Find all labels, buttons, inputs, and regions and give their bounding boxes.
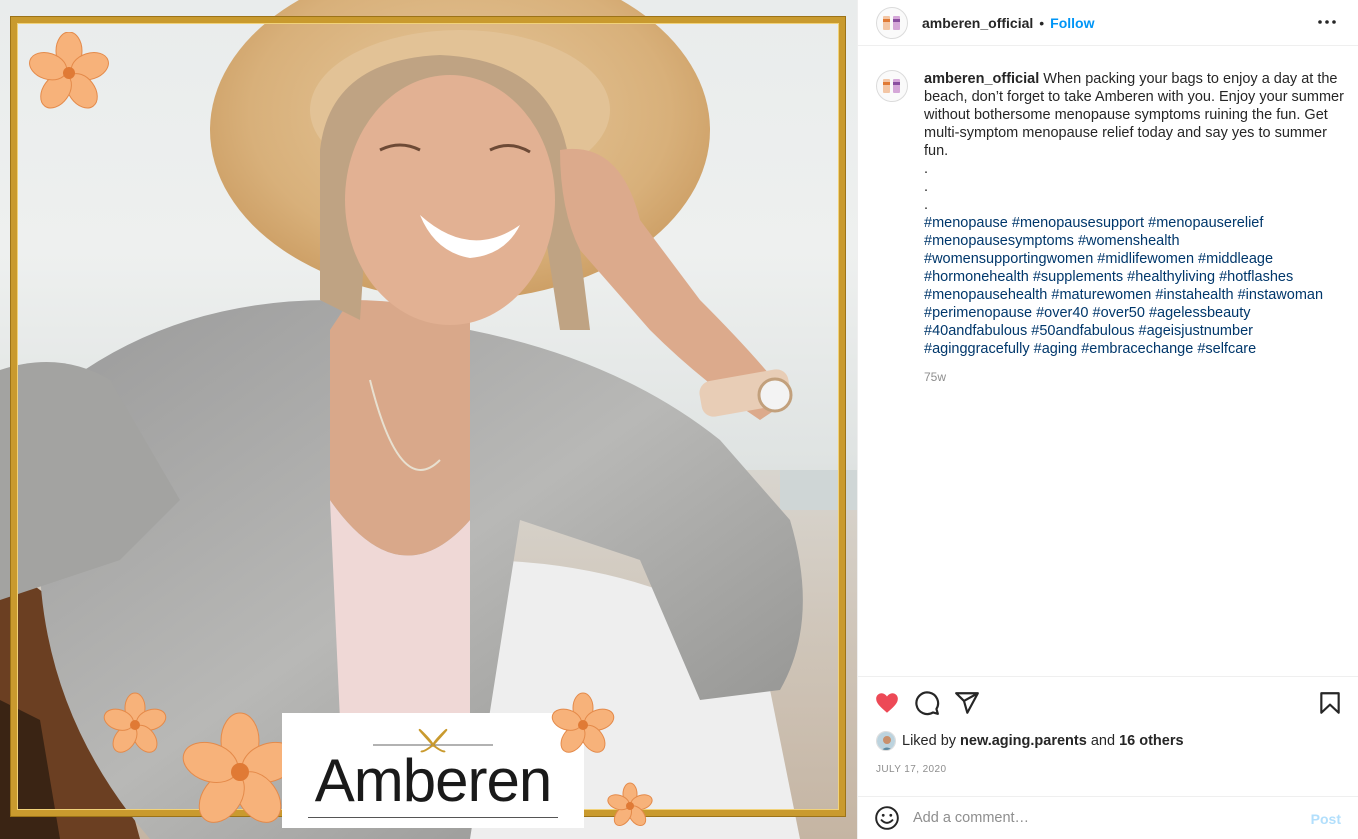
hashtag-link[interactable]: #selfcare xyxy=(1197,341,1256,357)
product-avatar-icon xyxy=(883,15,900,30)
hashtag-link[interactable]: #perimenopause xyxy=(924,305,1032,321)
brand-underline xyxy=(308,817,558,818)
hashtag-link[interactable]: #menopauserelief xyxy=(1148,215,1263,231)
hashtag-link[interactable]: #supplements xyxy=(1033,269,1123,285)
caption-text: amberen_official When packing your bags … xyxy=(924,70,1344,386)
likes-conjunction: and xyxy=(1090,733,1116,749)
liker-username[interactable]: new.aging.parents xyxy=(960,733,1087,749)
hashtag-link[interactable]: #aging xyxy=(1034,341,1078,357)
more-horizontal-icon[interactable] xyxy=(1315,12,1339,32)
hashtag-link[interactable]: #50andfabulous xyxy=(1031,323,1134,339)
comment-icon[interactable] xyxy=(914,690,940,716)
likes-others-link[interactable]: 16 others xyxy=(1119,733,1183,749)
follow-button[interactable]: Follow xyxy=(1050,15,1094,31)
product-avatar-icon xyxy=(883,79,900,93)
caption-dot: . xyxy=(924,161,929,177)
hashtag-link[interactable]: #menopausehealth xyxy=(924,287,1047,303)
post-details-panel: amberen_official • Follow amberen_offici… xyxy=(857,0,1358,839)
caption-username[interactable]: amberen_official xyxy=(924,71,1039,87)
hashtag-list: #menopause #menopausesupport #menopauser… xyxy=(924,214,1344,358)
likes-summary: Liked by new.aging.parents and 16 others xyxy=(876,731,1184,751)
brand-wordmark: Amberen xyxy=(314,747,552,814)
avatar[interactable] xyxy=(876,70,908,102)
brand-logo: Amberen xyxy=(282,713,584,828)
avatar[interactable] xyxy=(876,6,908,39)
hashtag-link[interactable]: #womenshealth xyxy=(1078,233,1180,249)
hashtag-link[interactable]: #instawoman xyxy=(1238,287,1323,303)
hashtag-link[interactable]: #menopause xyxy=(924,215,1008,231)
hashtag-link[interactable]: #maturewomen xyxy=(1051,287,1151,303)
flower-decoration xyxy=(29,32,109,109)
post-header: amberen_official • Follow xyxy=(858,0,1358,46)
action-bar xyxy=(858,676,1358,726)
caption-dot: . xyxy=(924,197,929,213)
flower-decoration xyxy=(607,782,653,827)
avatar[interactable] xyxy=(876,731,896,751)
comment-input[interactable] xyxy=(913,810,1293,826)
comment-bar: Post xyxy=(858,796,1358,839)
post-age[interactable]: 75w xyxy=(924,368,1344,386)
share-icon[interactable] xyxy=(954,690,980,716)
flower-decoration xyxy=(551,692,615,753)
caption-dot: . xyxy=(924,179,929,195)
hashtag-link[interactable]: #middleage xyxy=(1198,251,1273,267)
separator-dot: • xyxy=(1039,14,1045,31)
hashtag-link[interactable]: #menopausesymptoms xyxy=(924,233,1074,249)
header-username[interactable]: amberen_official xyxy=(922,15,1033,31)
emoji-icon[interactable] xyxy=(874,805,900,831)
post-comment-button[interactable]: Post xyxy=(1311,811,1341,827)
hashtag-link[interactable]: #instahealth xyxy=(1155,287,1233,303)
hashtag-link[interactable]: #ageisjustnumber xyxy=(1139,323,1253,339)
hashtag-link[interactable]: #womensupportingwomen xyxy=(924,251,1093,267)
hashtag-link[interactable]: #over40 xyxy=(1036,305,1088,321)
hashtag-link[interactable]: #over50 xyxy=(1093,305,1145,321)
hashtag-link[interactable]: #hormonehealth xyxy=(924,269,1029,285)
hashtag-link[interactable]: #embracechange xyxy=(1081,341,1193,357)
user-avatar-icon xyxy=(877,732,895,750)
heart-filled-icon[interactable] xyxy=(874,690,900,716)
post-date[interactable]: JULY 17, 2020 xyxy=(876,764,946,775)
hashtag-link[interactable]: #hotflashes xyxy=(1219,269,1293,285)
hashtag-link[interactable]: #menopausesupport xyxy=(1012,215,1144,231)
hashtag-link[interactable]: #40andfabulous xyxy=(924,323,1027,339)
bookmark-icon[interactable] xyxy=(1317,690,1343,716)
post-image[interactable]: Amberen xyxy=(0,0,857,839)
hashtag-link[interactable]: #agelessbeauty xyxy=(1149,305,1251,321)
hashtag-link[interactable]: #healthyliving xyxy=(1127,269,1215,285)
flower-decoration xyxy=(103,692,167,753)
hashtag-link[interactable]: #midlifewomen xyxy=(1097,251,1194,267)
likes-prefix: Liked by xyxy=(902,733,957,749)
hashtag-link[interactable]: #aginggracefully xyxy=(924,341,1030,357)
